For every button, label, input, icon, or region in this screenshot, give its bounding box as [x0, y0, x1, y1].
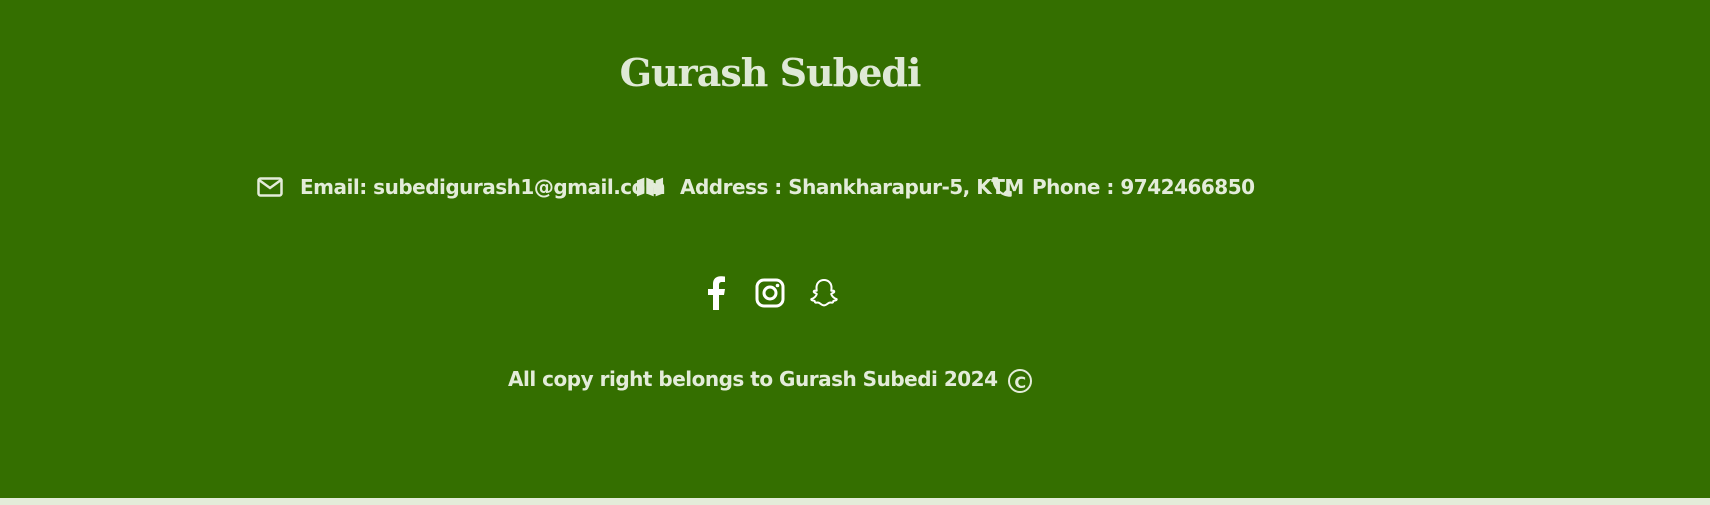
snapchat-icon [808, 277, 840, 313]
footer: Gurash Subedi Email: subedigurash1@gmail… [0, 0, 1710, 498]
copyright: All copy right belongs to Gurash Subedi … [0, 367, 1540, 393]
copyright-text: All copy right belongs to Gurash Subedi … [508, 367, 998, 391]
copyright-icon: C [1007, 368, 1032, 393]
page-bottom-strip [0, 498, 1710, 505]
snapchat-link[interactable] [808, 278, 840, 312]
contact-row: Email: subedigurash1@gmail.com Address :… [0, 172, 1710, 202]
envelope-icon [256, 173, 284, 201]
contact-email: Email: subedigurash1@gmail.com [256, 172, 666, 202]
footer-title: Gurash Subedi [619, 50, 922, 95]
email-text: Email: subedigurash1@gmail.com [300, 175, 666, 199]
facebook-link[interactable] [700, 276, 732, 314]
instagram-icon [755, 278, 785, 312]
map-icon [636, 173, 664, 201]
social-links [0, 276, 1540, 314]
address-text: Address : Shankharapur-5, KTM [680, 175, 1024, 199]
phone-text: Phone : 9742466850 [1032, 175, 1255, 199]
instagram-link[interactable] [754, 278, 786, 312]
contact-phone: Phone : 9742466850 [988, 172, 1255, 202]
contact-address: Address : Shankharapur-5, KTM [636, 172, 1024, 202]
facebook-icon [706, 276, 726, 314]
phone-icon [988, 173, 1016, 201]
